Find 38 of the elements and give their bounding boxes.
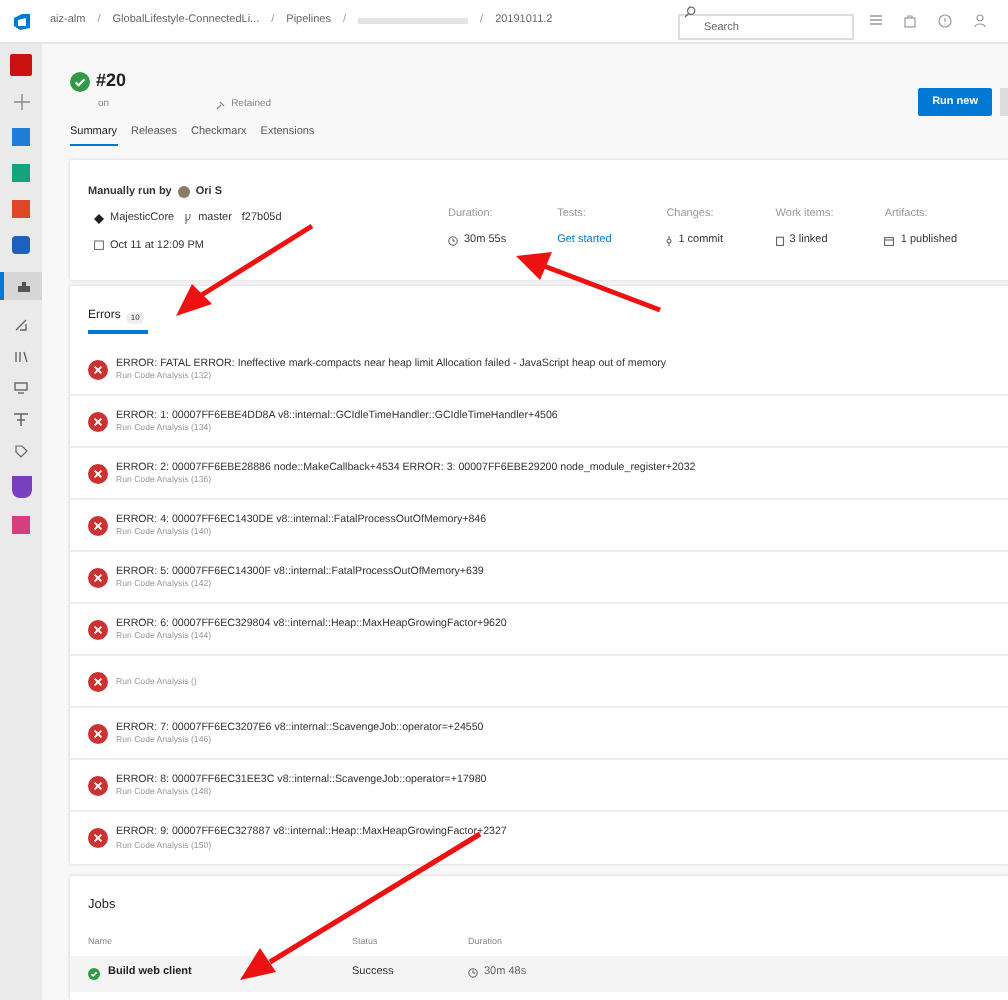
- error-icon: [88, 671, 108, 691]
- success-icon: [70, 71, 90, 92]
- user-settings-icon[interactable]: [974, 14, 988, 28]
- deployment-icon[interactable]: [14, 412, 28, 426]
- error-icon: [88, 411, 108, 431]
- error-icon: [88, 359, 108, 379]
- tag-icon[interactable]: [14, 444, 28, 458]
- list-icon[interactable]: [870, 14, 882, 26]
- error-icon: [88, 567, 108, 587]
- library-icon[interactable]: [14, 350, 28, 364]
- branch-icon: [184, 213, 193, 224]
- calendar-icon: [94, 240, 104, 251]
- releases-icon[interactable]: [14, 318, 28, 332]
- clipboard-icon: [775, 235, 784, 246]
- task-groups-icon[interactable]: [14, 382, 28, 394]
- logo-icon[interactable]: [12, 11, 32, 31]
- error-icon: [88, 515, 108, 535]
- clock-icon: [468, 968, 478, 978]
- error-icon: [88, 775, 108, 795]
- pin-icon: [215, 99, 226, 110]
- test-plans-icon[interactable]: [11, 476, 31, 498]
- pipelines-icon[interactable]: [12, 236, 30, 254]
- error-icon: [88, 463, 108, 483]
- repo-icon: [94, 213, 104, 224]
- avatar: [177, 186, 190, 199]
- package-icon: [884, 235, 895, 246]
- run-title: #20: [96, 68, 127, 94]
- error-icon: [88, 619, 108, 639]
- bag-icon[interactable]: [904, 14, 916, 28]
- commit-icon: [666, 235, 673, 246]
- search-icon: [684, 5, 696, 17]
- error-icon: [88, 723, 108, 743]
- builds-icon[interactable]: [0, 272, 42, 300]
- plus-icon[interactable]: [13, 94, 29, 110]
- clock-icon: [448, 235, 458, 246]
- help-icon[interactable]: [938, 14, 952, 28]
- success-icon: [88, 967, 100, 979]
- error-icon: [88, 828, 108, 848]
